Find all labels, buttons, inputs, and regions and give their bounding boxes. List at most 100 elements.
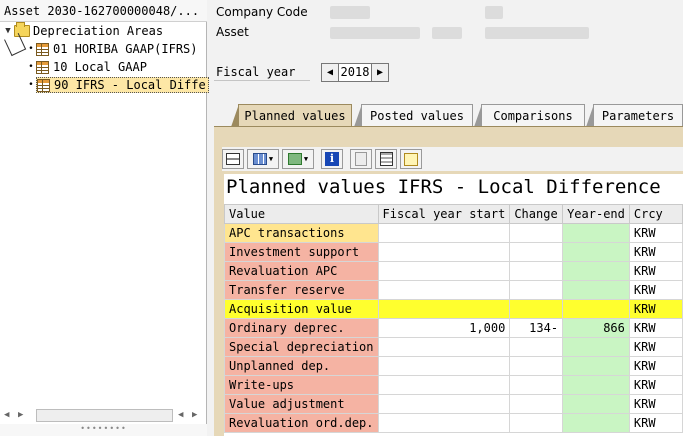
cell-year-end[interactable]: 866 [562, 318, 630, 338]
scroll-right-icon[interactable]: ▶ [18, 410, 23, 420]
table-row[interactable]: Transfer reserve KRW [224, 280, 683, 300]
cell-year-end[interactable] [562, 261, 630, 281]
tab-parameters[interactable]: Parameters [586, 104, 683, 127]
col-header-year-end[interactable]: Year-end [562, 204, 630, 224]
cell-year-end[interactable] [562, 356, 630, 376]
cell-change[interactable] [509, 223, 564, 243]
cell-currency[interactable]: KRW [628, 337, 683, 357]
table-row[interactable]: Unplanned dep. KRW [224, 356, 683, 376]
table-row[interactable]: Write-ups KRW [224, 375, 683, 395]
fiscal-year-stepper[interactable]: ◀ 2018 ▶ [321, 63, 389, 82]
cell-currency[interactable]: KRW [628, 356, 683, 376]
cell-year-end[interactable] [562, 299, 630, 319]
previous-year-button[interactable]: ◀ [321, 63, 339, 82]
table-row[interactable]: Acquisition value KRW [224, 299, 683, 319]
col-header-change[interactable]: Change [509, 204, 564, 224]
horizontal-scrollbar[interactable]: ◀ ▶ ◀ ▶ [0, 407, 207, 423]
tab-planned-values[interactable]: Planned values [231, 104, 352, 127]
tree-item-01[interactable]: • 01 HORIBA GAAP(IFRS) [26, 40, 197, 58]
cell-change[interactable] [509, 280, 564, 300]
cell-year-end[interactable] [562, 242, 630, 262]
col-header-value[interactable]: Value [224, 204, 379, 224]
cell-fy-start[interactable] [377, 356, 511, 376]
cell-value[interactable]: Ordinary deprec. [224, 318, 379, 338]
cell-value[interactable]: Acquisition value [224, 299, 379, 319]
cell-fy-start[interactable] [377, 299, 511, 319]
cell-fy-start[interactable] [377, 242, 511, 262]
layout-button[interactable]: ▼ [247, 149, 279, 169]
cell-fy-start[interactable] [377, 261, 511, 281]
cell-fy-start[interactable] [377, 280, 511, 300]
cell-value[interactable]: APC transactions [224, 223, 379, 243]
cell-change[interactable] [509, 394, 564, 414]
cell-currency[interactable]: KRW [628, 375, 683, 395]
fiscal-year-input[interactable]: 2018 [339, 63, 371, 82]
cell-change[interactable] [509, 375, 564, 395]
scroll-left-icon[interactable]: ◀ [4, 410, 9, 420]
table-row[interactable]: Special depreciation KRW [224, 337, 683, 357]
tab-comparisons[interactable]: Comparisons [474, 104, 585, 127]
cell-year-end[interactable] [562, 223, 630, 243]
cell-fy-start[interactable] [377, 337, 511, 357]
calculator-button[interactable] [375, 149, 397, 169]
table-row[interactable]: Investment support KRW [224, 242, 683, 262]
col-header-currency[interactable]: Crcy [628, 204, 683, 224]
tree-item-selected[interactable]: 90 IFRS - Local Diffe [36, 77, 209, 93]
scroll-left-icon[interactable]: ◀ [178, 410, 183, 420]
cell-fy-start[interactable] [377, 413, 511, 433]
bullet-icon: • [28, 62, 34, 72]
info-button[interactable]: i [321, 149, 343, 169]
cell-year-end[interactable] [562, 413, 630, 433]
cell-currency[interactable]: KRW [628, 299, 683, 319]
print-button[interactable] [222, 149, 244, 169]
export-button[interactable]: ▼ [282, 149, 314, 169]
cell-value[interactable]: Unplanned dep. [224, 356, 379, 376]
tree-item-10[interactable]: • 10 Local GAAP [26, 58, 147, 76]
cell-change[interactable]: 134- [509, 318, 564, 338]
cell-currency[interactable]: KRW [628, 223, 683, 243]
cell-value[interactable]: Transfer reserve [224, 280, 379, 300]
next-year-button[interactable]: ▶ [371, 63, 389, 82]
cell-currency[interactable]: KRW [628, 394, 683, 414]
tab-posted-values[interactable]: Posted values [354, 104, 473, 127]
expand-arrow-icon[interactable]: ▼ [2, 26, 14, 36]
tree-root[interactable]: ▼ Depreciation Areas [2, 22, 163, 40]
cell-change[interactable] [509, 337, 564, 357]
cell-change[interactable] [509, 261, 564, 281]
cell-change[interactable] [509, 413, 564, 433]
cell-change[interactable] [509, 356, 564, 376]
scroll-track[interactable] [36, 409, 173, 422]
cell-year-end[interactable] [562, 337, 630, 357]
cell-change[interactable] [509, 299, 564, 319]
resize-grip[interactable]: •••••••• [0, 424, 207, 436]
cell-fy-start[interactable] [377, 223, 511, 243]
document-button[interactable] [350, 149, 372, 169]
cell-currency[interactable]: KRW [628, 413, 683, 433]
cell-change[interactable] [509, 242, 564, 262]
cell-fy-start[interactable]: 1,000 [377, 318, 511, 338]
cell-value[interactable]: Revaluation ord.dep. [224, 413, 379, 433]
cell-year-end[interactable] [562, 280, 630, 300]
note-button[interactable] [400, 149, 422, 169]
cell-fy-start[interactable] [377, 394, 511, 414]
table-row[interactable]: Ordinary deprec. 1,000 134- 866 KRW [224, 318, 683, 338]
cell-value[interactable]: Special depreciation [224, 337, 379, 357]
cell-currency[interactable]: KRW [628, 242, 683, 262]
cell-currency[interactable]: KRW [628, 280, 683, 300]
tree-item-90[interactable]: • 90 IFRS - Local Diffe [26, 76, 209, 94]
table-row[interactable]: APC transactions KRW [224, 223, 683, 243]
table-row[interactable]: Revaluation ord.dep. KRW [224, 413, 683, 433]
cell-value[interactable]: Value adjustment [224, 394, 379, 414]
table-row[interactable]: Value adjustment KRW [224, 394, 683, 414]
cell-year-end[interactable] [562, 375, 630, 395]
cell-fy-start[interactable] [377, 375, 511, 395]
cell-currency[interactable]: KRW [628, 318, 683, 338]
col-header-fy-start[interactable]: Fiscal year start [377, 204, 511, 224]
cell-value[interactable]: Write-ups [224, 375, 379, 395]
cell-value[interactable]: Revaluation APC [224, 261, 379, 281]
cell-currency[interactable]: KRW [628, 261, 683, 281]
table-row[interactable]: Revaluation APC KRW [224, 261, 683, 281]
cell-value[interactable]: Investment support [224, 242, 379, 262]
scroll-right-icon[interactable]: ▶ [192, 410, 197, 420]
cell-year-end[interactable] [562, 394, 630, 414]
